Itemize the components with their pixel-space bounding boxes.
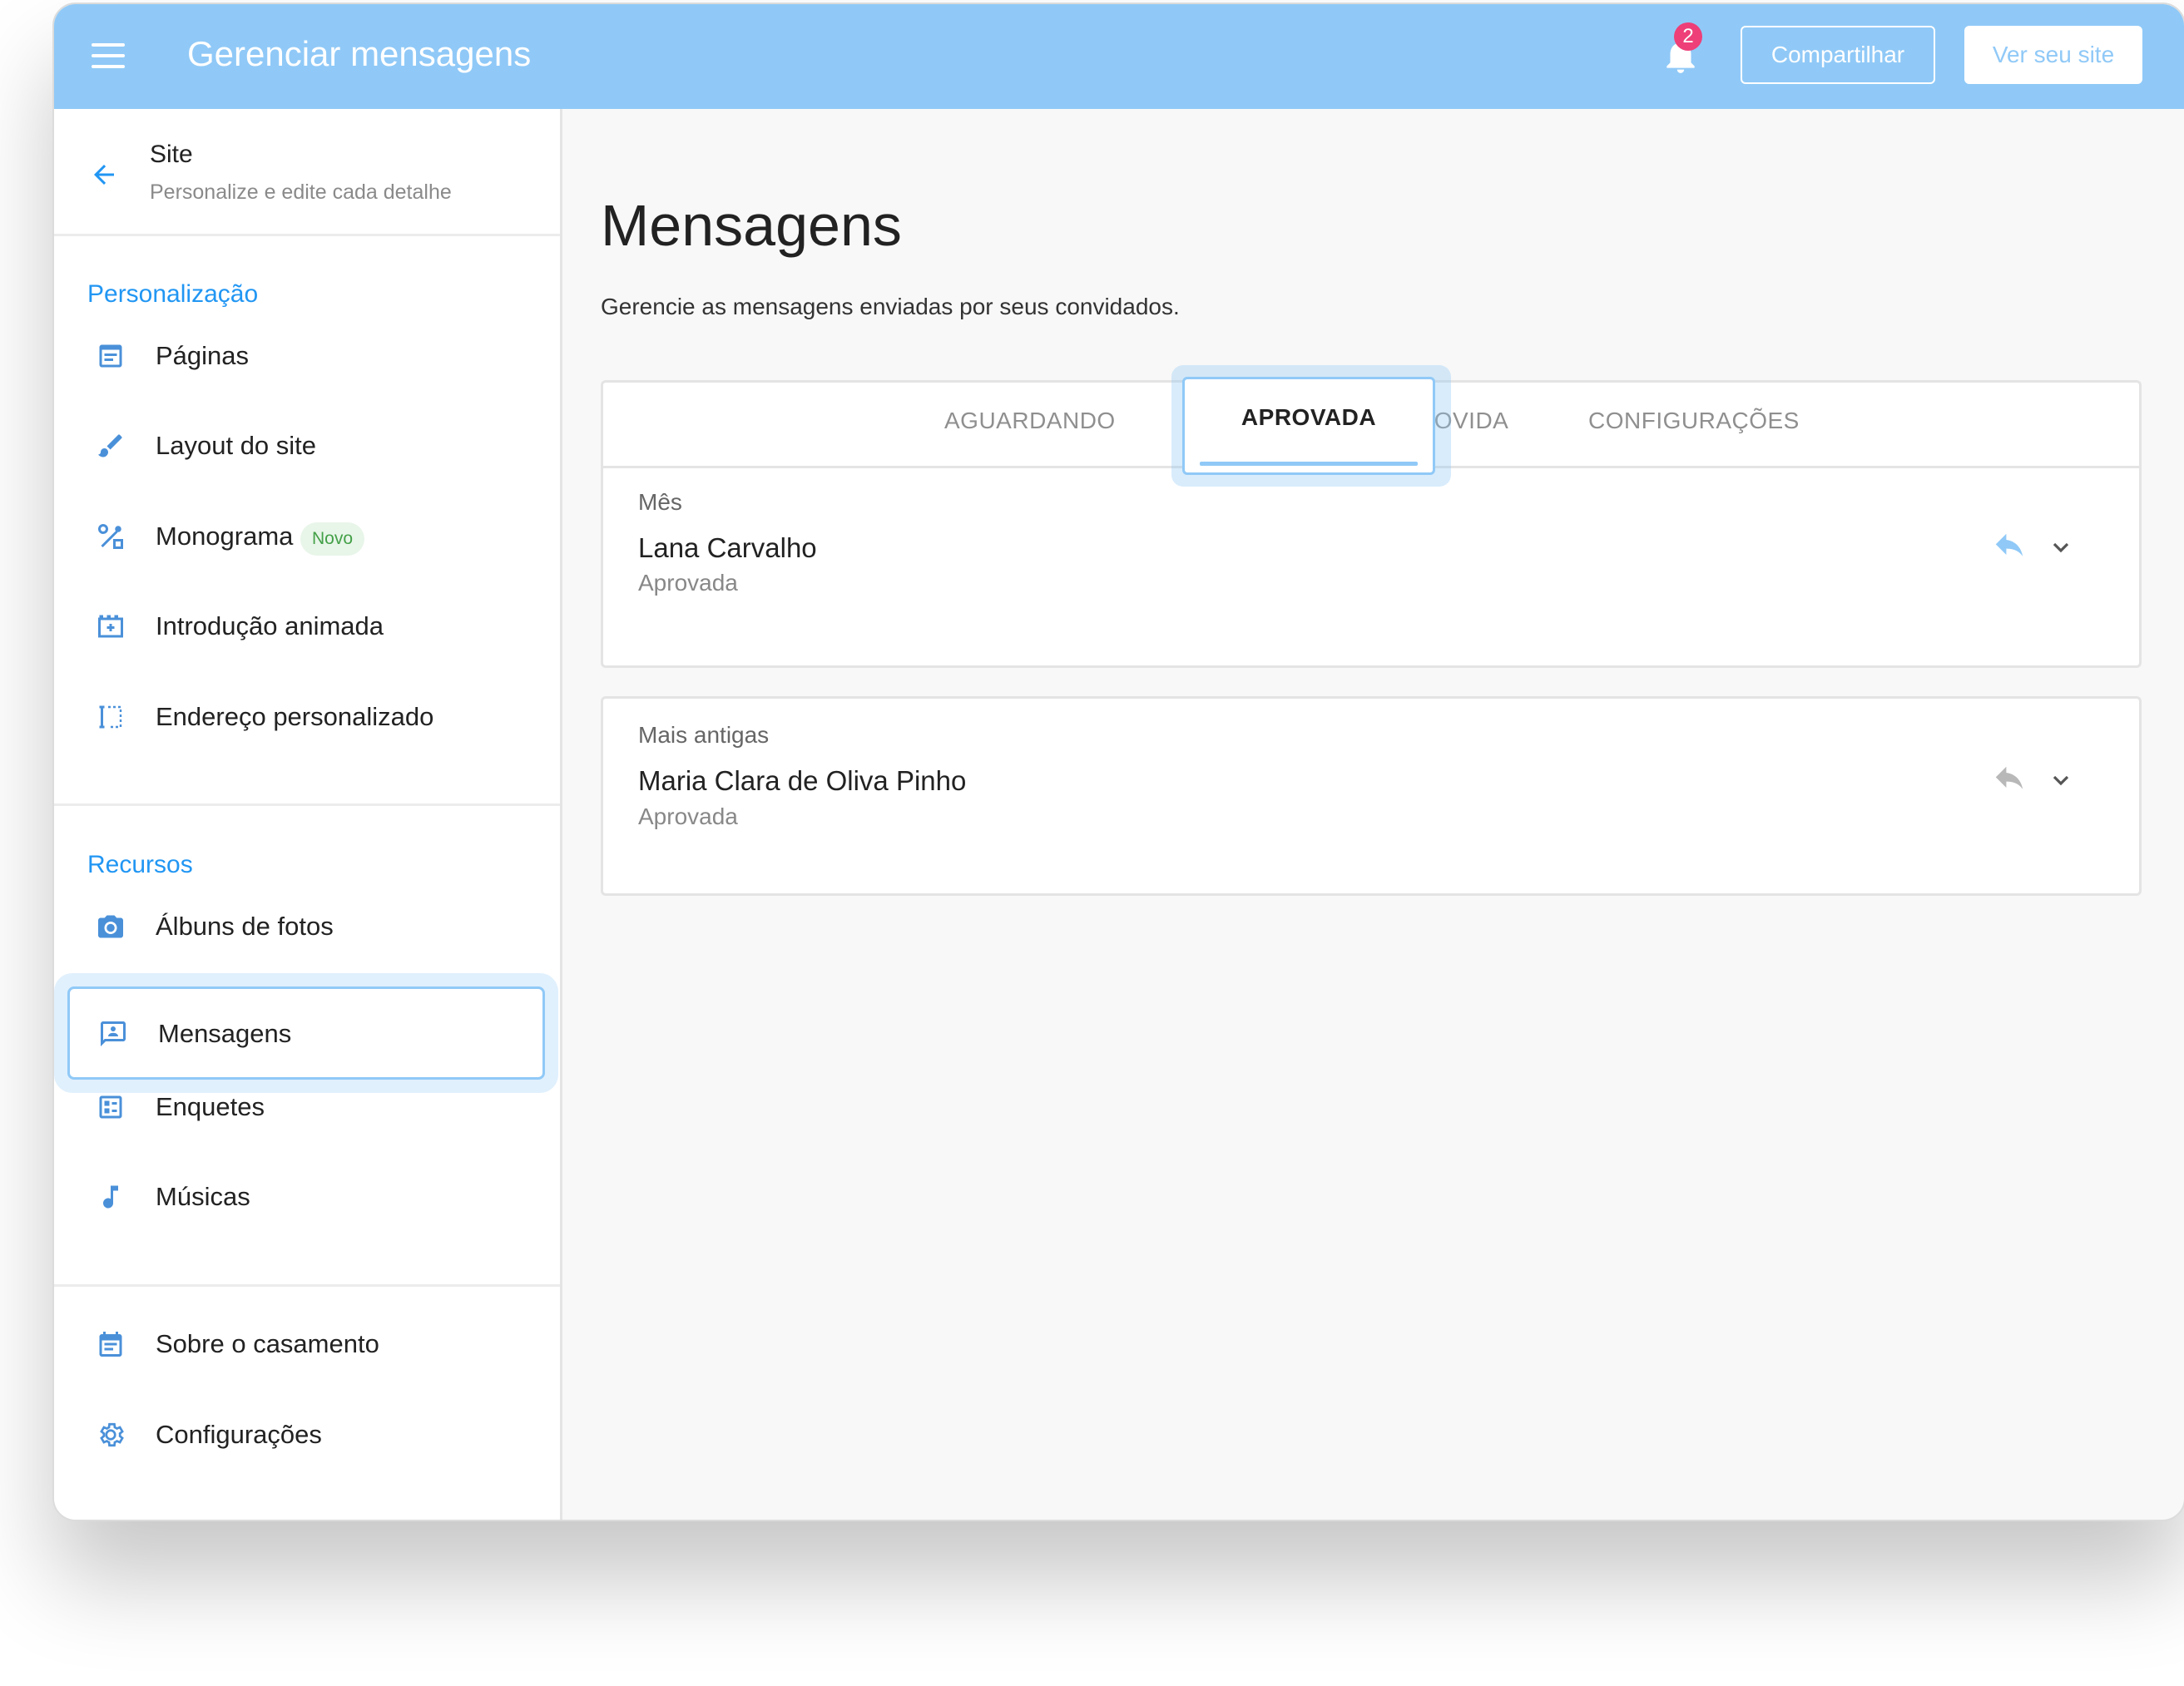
sidebar-item-label: Endereço personalizado [156,702,434,731]
sidebar-item-musicas[interactable]: Músicas [54,1159,560,1234]
sidebar-header-subtitle: Personalize e edite cada detalhe [150,180,452,204]
share-button[interactable]: Compartilhar [1741,26,1935,84]
reply-icon[interactable] [1991,765,2028,795]
tab-configuracoes[interactable]: CONFIGURAÇÕES [1588,408,1800,434]
sidebar-item-label: Layout do site [156,431,317,460]
chevron-down-icon[interactable] [2048,767,2074,794]
page-title: Mensagens [601,193,902,258]
tab-active-indicator [1200,462,1418,466]
sidebar-item-configuracoes[interactable]: Configurações [54,1397,560,1472]
group-label: Mês [638,489,682,515]
tab-aguardando[interactable]: AGUARDANDO [944,408,1116,434]
sidebar-item-introducao[interactable]: Introdução animada [54,589,560,664]
sidebar-header-title: Site [150,141,193,168]
section-label-recursos: Recursos [87,851,193,878]
sidebar-item-enquetes[interactable]: Enquetes [54,1070,560,1145]
divider [54,234,560,236]
reply-icon[interactable] [1991,532,2028,562]
sidebar-item-paginas[interactable]: Páginas [54,319,560,393]
sidebar-item-label: Páginas [156,341,250,370]
sidebar-item-sobre[interactable]: Sobre o casamento [54,1307,560,1382]
message-author: Maria Clara de Oliva Pinho [638,765,967,796]
poll-icon [99,1095,122,1119]
view-site-button[interactable]: Ver seu site [1964,26,2142,84]
message-icon [101,1021,126,1046]
message-status: Aprovada [638,570,738,596]
back-arrow-icon[interactable] [89,160,119,190]
notification-badge: 2 [1674,22,1702,51]
sidebar: Site Personalize e edite cada detalhe Pe… [54,109,562,1520]
app-title: Gerenciar mensagens [187,34,532,73]
sidebar-item-label: Álbuns de fotos [156,912,334,941]
sidebar-item-label: Sobre o casamento [156,1329,379,1358]
sidebar-item-monograma[interactable]: Monograma Novo [54,499,560,574]
music-icon [103,1185,118,1209]
sidebar-item-layout[interactable]: Layout do site [54,408,560,483]
tab-aprovada-label: APROVADA [1241,404,1377,430]
section-label-personalizacao: Personalização [87,280,259,308]
tab-aprovada[interactable]: APROVADA [1182,377,1435,475]
page-icon [99,344,122,368]
sidebar-item-albuns[interactable]: Álbuns de fotos [54,889,560,964]
camera-icon [98,915,123,938]
message-status: Aprovada [638,803,738,829]
sidebar-item-label: Configurações [156,1420,322,1449]
address-icon [99,705,122,729]
chevron-down-icon[interactable] [2048,534,2074,561]
sidebar-item-label: Introdução animada [156,611,384,640]
calendar-icon [99,1332,122,1357]
sidebar-item-label: Mensagens [158,1019,292,1048]
monogram-icon [98,524,123,549]
sidebar-item-mensagens[interactable]: Mensagens [67,986,545,1080]
messages-card-older: Mais antigas Maria Clara de Oliva Pinho … [601,696,2142,896]
hamburger-menu-icon[interactable] [92,43,125,68]
sidebar-item-label: Músicas [156,1182,250,1211]
divider [54,1284,560,1287]
page-description: Gerencie as mensagens enviadas por seus … [601,294,1180,319]
group-label: Mais antigas [638,722,770,748]
divider [54,803,560,806]
sidebar-item-label: Monograma [156,522,294,551]
message-author: Lana Carvalho [638,532,817,563]
gear-icon [100,1422,124,1447]
film-icon [98,615,123,638]
brush-icon [98,434,122,457]
sidebar-item-label: Enquetes [156,1092,265,1121]
sidebar-item-endereco[interactable]: Endereço personalizado [54,680,560,754]
top-bar: Gerenciar mensagens 2 Compartilhar Ver s… [54,4,2184,109]
app-window: Gerenciar mensagens 2 Compartilhar Ver s… [52,2,2184,1521]
new-badge: Novo [300,522,365,556]
